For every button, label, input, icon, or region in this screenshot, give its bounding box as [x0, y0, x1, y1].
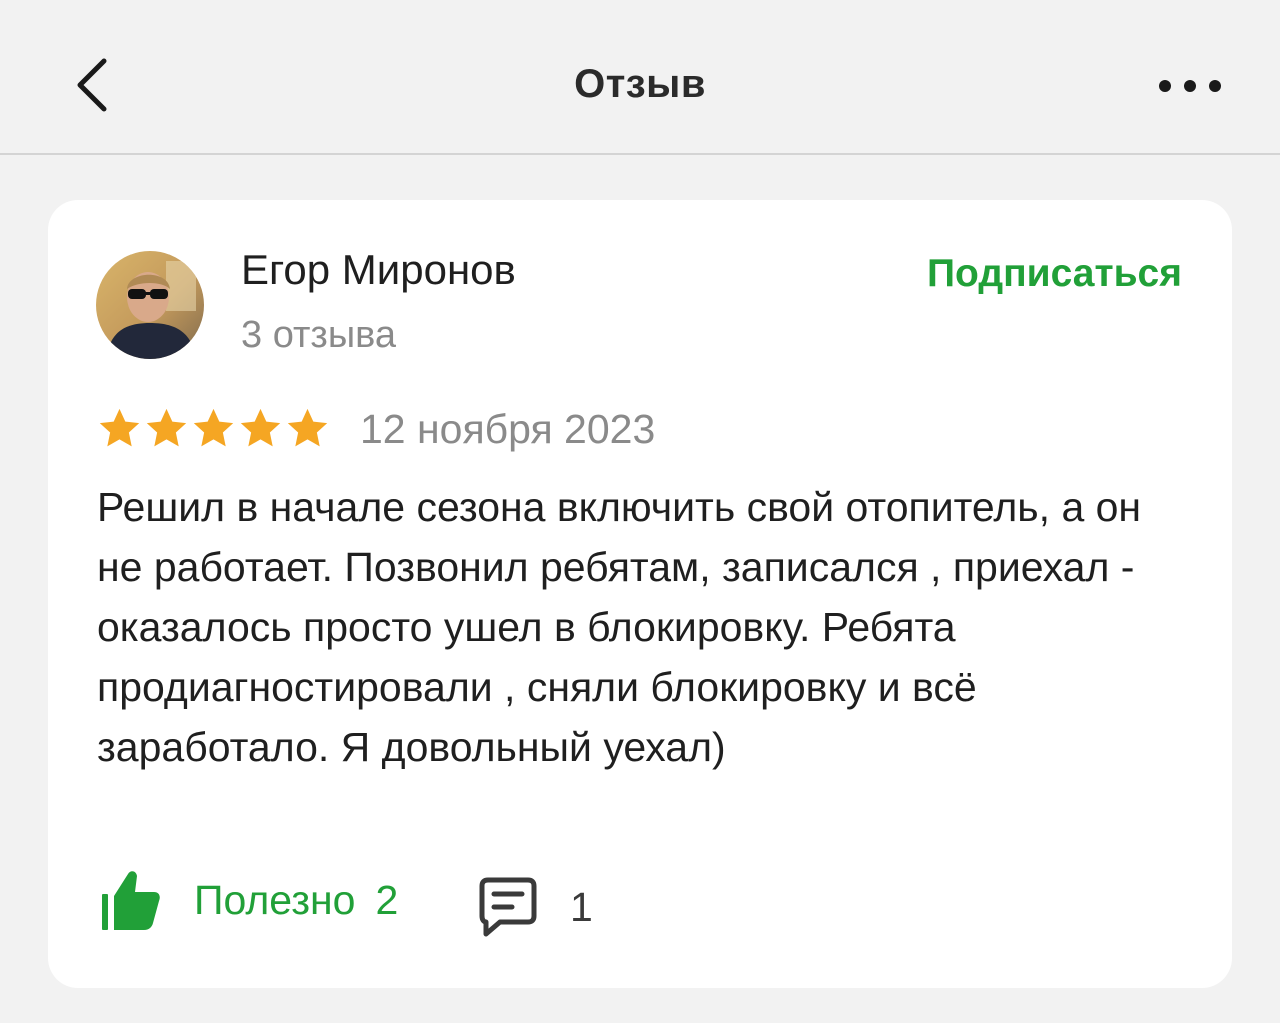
- author-reviews-count: 3 отзыва: [241, 314, 397, 356]
- star-icon: [99, 408, 140, 447]
- useful-button[interactable]: Полезно 2: [100, 868, 398, 932]
- star-icon: [287, 408, 328, 447]
- author-name[interactable]: Егор Миронов: [241, 246, 516, 294]
- avatar[interactable]: [96, 251, 204, 359]
- thumbs-up-icon: [102, 871, 160, 930]
- star-icon: [146, 408, 187, 447]
- more-button[interactable]: [1148, 66, 1232, 106]
- review-text: Решил в начале сезона включить свой отоп…: [97, 484, 1142, 770]
- page-title: Отзыв: [574, 62, 706, 106]
- more-horizontal-icon: [1159, 80, 1221, 92]
- comments-button[interactable]: 1: [478, 876, 593, 938]
- comments-count: 1: [570, 883, 593, 930]
- useful-count: 2: [375, 876, 399, 923]
- avatar-image: [96, 251, 204, 359]
- comment-icon: [479, 877, 537, 937]
- review-date: 12 ноября 2023: [360, 406, 656, 452]
- review-card: Егор Миронов 3 отзыва Подписаться 12 ноя…: [48, 200, 1232, 988]
- rating-stars: [97, 406, 330, 451]
- top-bar: Отзыв: [0, 0, 1280, 155]
- star-icon: [240, 408, 281, 447]
- useful-label: Полезно: [194, 876, 356, 923]
- subscribe-button[interactable]: Подписаться: [927, 252, 1182, 296]
- star-icon: [193, 408, 234, 447]
